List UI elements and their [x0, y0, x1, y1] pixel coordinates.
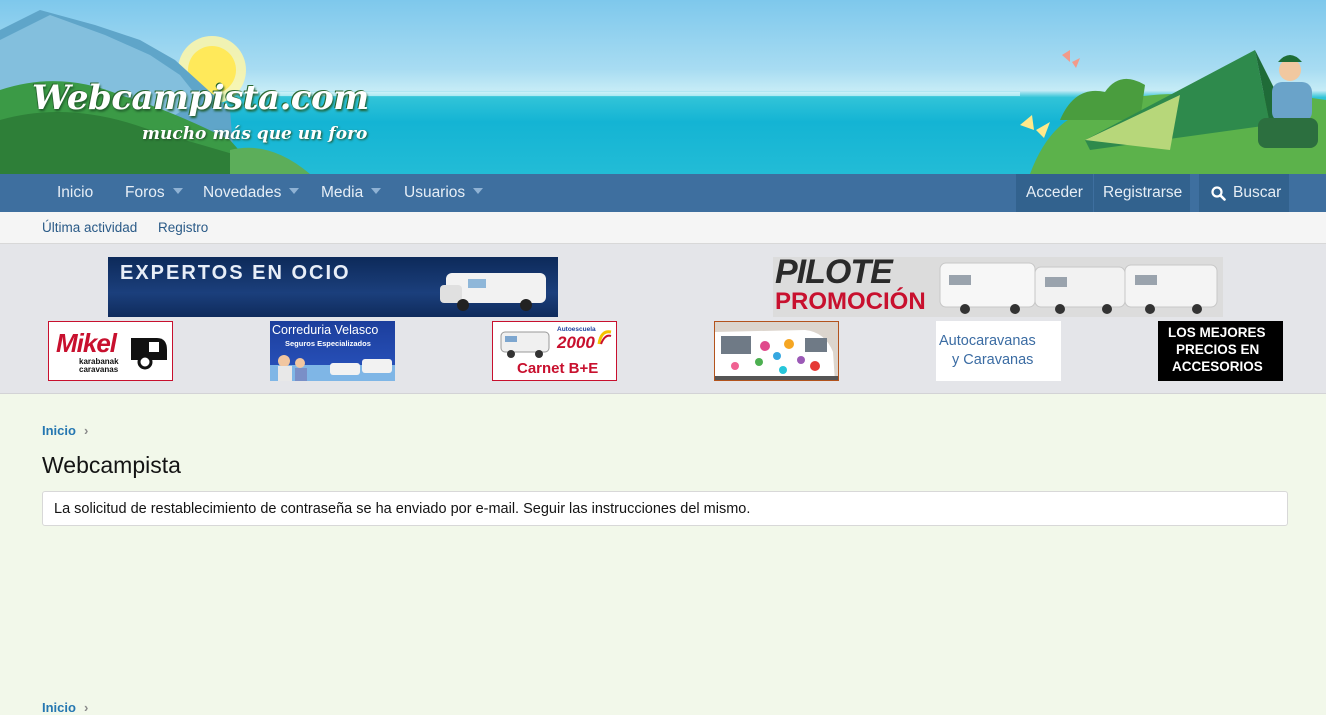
breadcrumb-link-inicio[interactable]: Inicio [42, 700, 76, 715]
main-nav: Inicio Foros Novedades Media Usuarios Ac… [0, 174, 1326, 212]
chevron-down-icon[interactable] [289, 187, 300, 194]
ad-mejores-line3: ACCESORIOS [1172, 359, 1263, 374]
subnav-item-registro[interactable]: Registro [158, 212, 208, 244]
ad-autoescuela-2000[interactable]: Autoescuela 2000 Carnet B+E [492, 321, 617, 381]
page-title: Webcampista [42, 452, 181, 478]
ad-area: EXPERTOS EN OCIO PILOTE PROMOCIÓN Mikel … [0, 244, 1326, 394]
ad-autoescuela-num: 2000 [557, 333, 595, 352]
breadcrumb-top: Inicio › [42, 423, 88, 438]
subnav-item-ultima-actividad[interactable]: Última actividad [42, 212, 137, 244]
sub-nav: Última actividad Registro [0, 212, 1326, 244]
nav-item-usuarios[interactable]: Usuarios [404, 174, 484, 212]
caravan-icon [131, 338, 167, 370]
ad-velasco-title: Correduria Velasco [272, 323, 379, 337]
login-label: Acceder [1026, 184, 1083, 201]
family-vehicles-icon [270, 355, 395, 381]
ad-autocaravanas[interactable]: Autocaravanas y Caravanas [936, 321, 1061, 381]
search-icon [1211, 186, 1226, 201]
ad-autoescuela-small: Autoescuela [557, 326, 596, 333]
nav-item-foros[interactable]: Foros [125, 174, 183, 212]
chevron-down-icon[interactable] [473, 187, 484, 194]
chevron-down-icon[interactable] [371, 187, 382, 194]
ad-autocaravanas-line1: Autocaravanas [939, 333, 1036, 349]
ad-expertos-en-ocio[interactable]: EXPERTOS EN OCIO [108, 257, 558, 317]
nav-item-label: Usuarios [404, 184, 466, 201]
ad-mikel-brand: Mikel [56, 328, 117, 358]
ad-pilote[interactable]: PILOTE PROMOCIÓN [773, 257, 1223, 317]
password-reset-notice: La solicitud de restablecimiento de cont… [42, 491, 1288, 526]
breadcrumb-bottom: Inicio › [42, 700, 88, 715]
ad-velasco-sub: Seguros Especializados [285, 339, 371, 348]
motorhome-icon [440, 273, 546, 311]
ad-autoescuela-label: Carnet B+E [517, 360, 599, 377]
site-tagline: mucho más que un foro [142, 124, 368, 144]
ad-expertos-text: EXPERTOS EN OCIO [120, 262, 351, 284]
nav-item-media[interactable]: Media [321, 174, 382, 212]
ad-pilote-promo: PROMOCIÓN [775, 288, 926, 315]
nav-item-label: Foros [125, 184, 165, 201]
login-button[interactable]: Acceder [1016, 174, 1093, 212]
ad-mejores-line2: PRECIOS EN [1176, 342, 1260, 357]
flag-swoosh-icon [597, 330, 612, 345]
ad-autocaravanas-line2: y Caravanas [952, 352, 1034, 368]
ad-mejores-line1: LOS MEJORES [1168, 325, 1266, 340]
nav-item-label: Novedades [203, 184, 282, 201]
breadcrumb-link-inicio[interactable]: Inicio [42, 423, 76, 438]
chevron-down-icon[interactable] [172, 187, 183, 194]
site-banner[interactable]: Webcampista.com mucho más que un foro [0, 0, 1326, 174]
register-button[interactable]: Registrarse [1094, 174, 1190, 212]
ad-flower-van[interactable] [714, 321, 839, 381]
nav-item-inicio[interactable]: Inicio [57, 174, 93, 212]
ad-mikel[interactable]: Mikel karabanak caravanas [48, 321, 173, 381]
ad-mejores-precios[interactable]: LOS MEJORES PRECIOS EN ACCESORIOS [1158, 321, 1283, 381]
ad-mikel-sub2: caravanas [79, 365, 119, 374]
motorhomes-icon [939, 262, 1218, 314]
search-button[interactable]: Buscar [1199, 174, 1289, 212]
nav-item-label: Inicio [57, 184, 94, 201]
site-logo-title[interactable]: Webcampista.com [32, 78, 369, 118]
nav-item-novedades[interactable]: Novedades [203, 174, 300, 212]
chevron-right-icon: › [83, 700, 89, 715]
search-label: Buscar [1233, 184, 1282, 201]
motorhome-icon [500, 331, 550, 358]
chevron-right-icon: › [83, 423, 89, 438]
ad-pilote-brand: PILOTE [775, 257, 893, 291]
ad-correduria-velasco[interactable]: Correduria Velasco Seguros Especializado… [270, 321, 395, 381]
register-label: Registrarse [1103, 184, 1183, 201]
nav-item-label: Media [321, 184, 364, 201]
flower-van-icon [715, 322, 838, 380]
